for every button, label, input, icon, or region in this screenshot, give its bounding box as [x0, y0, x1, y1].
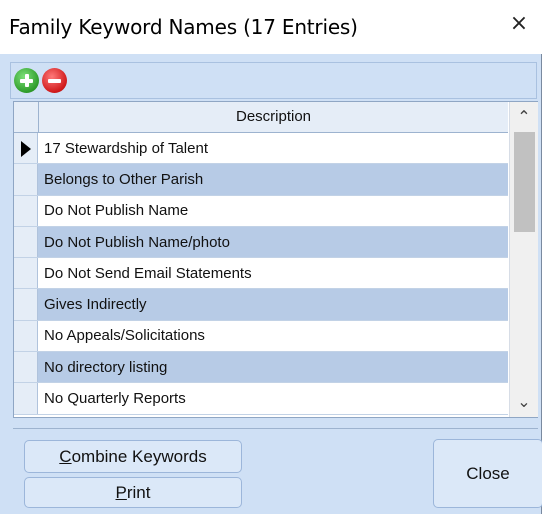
description-cell[interactable]: Gives Indirectly: [44, 289, 147, 319]
combine-keywords-button[interactable]: Combine Keywords: [24, 440, 242, 473]
table-row[interactable]: Belongs to Other Parish: [14, 164, 508, 196]
column-header-description[interactable]: Description: [39, 102, 508, 132]
table-row[interactable]: No directory listing: [14, 352, 508, 384]
row-selector[interactable]: [14, 133, 38, 164]
description-cell[interactable]: No Quarterly Reports: [44, 383, 186, 413]
scroll-up-icon[interactable]: ⌃: [510, 104, 538, 130]
description-cell[interactable]: No Appeals/Solicitations: [44, 321, 205, 351]
table-row[interactable]: 17 Stewardship of Talent: [14, 133, 508, 165]
grid-header: Description: [14, 102, 508, 133]
grid-rows: 17 Stewardship of Talent Belongs to Othe…: [14, 133, 508, 415]
print-label: rint: [126, 483, 151, 502]
add-icon[interactable]: [14, 68, 39, 93]
description-cell[interactable]: Do Not Publish Name: [44, 196, 188, 226]
combine-label: ombine Keywords: [71, 447, 207, 466]
row-selector[interactable]: [14, 195, 38, 226]
description-cell[interactable]: Do Not Send Email Statements: [44, 258, 252, 288]
row-selector[interactable]: [14, 164, 38, 195]
table-row[interactable]: Do Not Send Email Statements: [14, 258, 508, 290]
window-title: Family Keyword Names (17 Entries): [9, 15, 358, 39]
scroll-down-icon[interactable]: ⌄: [510, 389, 538, 415]
close-button[interactable]: Close: [433, 439, 542, 508]
description-cell[interactable]: Do Not Publish Name/photo: [44, 227, 230, 257]
table-row[interactable]: Do Not Publish Name/photo: [14, 226, 508, 259]
vertical-scrollbar[interactable]: ⌃ ⌄: [509, 102, 538, 417]
scroll-thumb[interactable]: [514, 132, 535, 232]
close-icon[interactable]: ×: [508, 13, 530, 35]
table-row[interactable]: Do Not Publish Name: [14, 195, 508, 227]
table-row[interactable]: Gives Indirectly: [14, 289, 508, 321]
current-row-arrow-icon: [21, 141, 31, 157]
row-selector[interactable]: [14, 226, 38, 258]
print-mnemonic: P: [115, 483, 127, 502]
divider: [13, 428, 538, 429]
description-cell[interactable]: No directory listing: [44, 352, 167, 382]
row-selector[interactable]: [14, 289, 38, 320]
row-selector[interactable]: [14, 320, 38, 352]
toolbar: [10, 62, 537, 99]
table-row[interactable]: No Appeals/Solicitations: [14, 320, 508, 353]
description-cell[interactable]: Belongs to Other Parish: [44, 164, 203, 194]
combine-mnemonic: C: [59, 447, 72, 466]
row-selector[interactable]: [14, 383, 38, 414]
title-bar: Family Keyword Names (17 Entries) ×: [0, 0, 542, 54]
row-selector-header: [14, 102, 39, 132]
row-selector[interactable]: [14, 352, 38, 383]
table-row[interactable]: No Quarterly Reports: [14, 383, 508, 415]
print-button[interactable]: Print: [24, 477, 242, 508]
remove-icon[interactable]: [42, 68, 67, 93]
description-cell[interactable]: 17 Stewardship of Talent: [44, 133, 208, 163]
row-selector[interactable]: [14, 258, 38, 289]
keyword-grid: Description 17 Stewardship of Talent Bel…: [13, 101, 538, 418]
dialog-window: Family Keyword Names (17 Entries) × Desc…: [0, 0, 542, 514]
